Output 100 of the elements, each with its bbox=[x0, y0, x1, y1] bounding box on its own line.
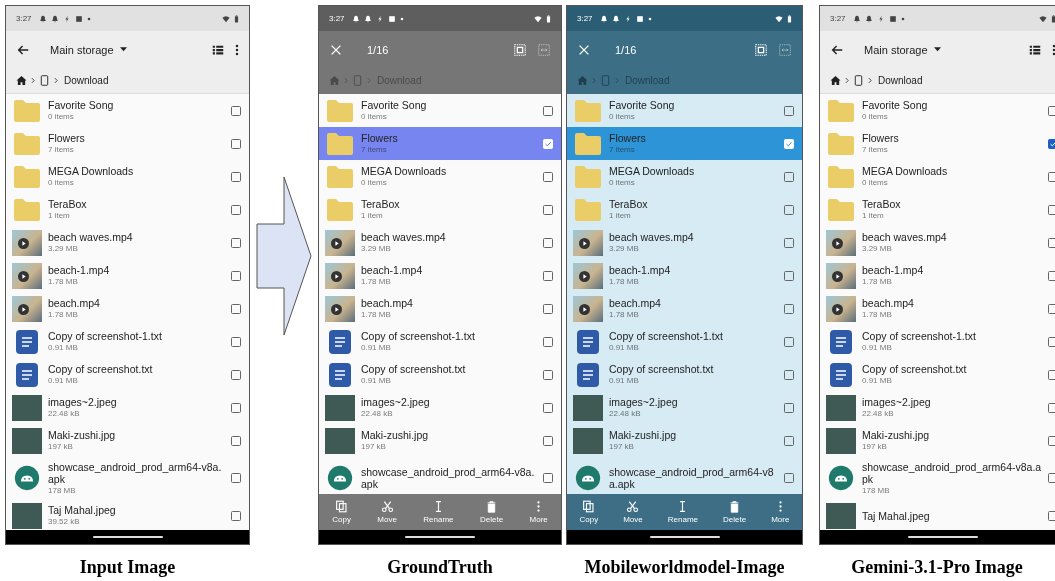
file-row[interactable]: MEGA Downloads 0 items bbox=[6, 160, 249, 193]
checkbox[interactable] bbox=[1048, 138, 1055, 149]
checkbox[interactable] bbox=[1048, 473, 1055, 483]
file-row[interactable]: beach waves.mp4 3.29 MB bbox=[820, 226, 1055, 259]
checkbox[interactable] bbox=[784, 435, 794, 446]
more-icon[interactable] bbox=[235, 42, 239, 57]
checkbox[interactable] bbox=[784, 171, 794, 182]
file-row[interactable]: Maki-zushi.jpg 197 kB bbox=[319, 424, 561, 457]
file-row[interactable]: TeraBox 1 item bbox=[319, 193, 561, 226]
file-row[interactable]: beach.mp4 1.78 MB bbox=[820, 292, 1055, 325]
checkbox[interactable] bbox=[543, 369, 553, 380]
file-row[interactable]: images~2.jpeg 22.48 kB bbox=[6, 391, 249, 424]
checkbox[interactable] bbox=[231, 204, 241, 215]
checkbox[interactable] bbox=[784, 303, 794, 314]
file-row[interactable]: Favorite Song 0 items bbox=[820, 94, 1055, 127]
file-row[interactable]: images~2.jpeg 22.48 kB bbox=[567, 391, 802, 424]
storage-dropdown[interactable]: Main storage bbox=[40, 43, 114, 56]
action-button[interactable]: Copy bbox=[575, 500, 603, 524]
checkbox[interactable] bbox=[231, 473, 241, 483]
checkbox[interactable] bbox=[231, 510, 241, 521]
phone-icon[interactable] bbox=[39, 75, 50, 86]
file-row[interactable]: Flowers 7 items bbox=[6, 127, 249, 160]
checkbox[interactable] bbox=[784, 369, 794, 380]
file-row[interactable]: TeraBox 1 item bbox=[567, 193, 802, 226]
checkbox[interactable] bbox=[231, 336, 241, 347]
checkbox[interactable] bbox=[231, 105, 241, 116]
checkbox[interactable] bbox=[1048, 402, 1055, 413]
checkbox[interactable] bbox=[543, 473, 553, 483]
file-row[interactable]: Flowers 7 items bbox=[567, 127, 802, 160]
file-row[interactable]: showcase_android_prod_arm64-v8a.apk bbox=[319, 457, 561, 494]
checkbox[interactable] bbox=[1048, 435, 1055, 446]
file-row[interactable]: Taj Mahal.jpeg 39.52 kB bbox=[6, 499, 249, 530]
action-button[interactable]: Rename bbox=[663, 500, 703, 524]
checkbox[interactable] bbox=[543, 204, 553, 215]
checkbox[interactable] bbox=[543, 270, 553, 281]
checkbox[interactable] bbox=[784, 473, 794, 483]
checkbox[interactable] bbox=[231, 237, 241, 248]
checkbox[interactable] bbox=[784, 105, 794, 116]
file-row[interactable]: Favorite Song 0 items bbox=[319, 94, 561, 127]
file-row[interactable]: MEGA Downloads 0 items bbox=[319, 160, 561, 193]
checkbox[interactable] bbox=[231, 270, 241, 281]
action-button[interactable]: Delete bbox=[475, 500, 508, 524]
more-icon[interactable] bbox=[1052, 42, 1055, 57]
checkbox[interactable] bbox=[231, 171, 241, 182]
file-row[interactable]: Copy of screenshot-1.txt 0.91 MB bbox=[319, 325, 561, 358]
file-row[interactable]: beach-1.mp4 1.78 MB bbox=[567, 259, 802, 292]
home-handle[interactable] bbox=[92, 536, 163, 538]
checkbox[interactable] bbox=[231, 138, 241, 149]
home-icon[interactable] bbox=[830, 75, 841, 86]
checkbox[interactable] bbox=[1048, 204, 1055, 215]
checkbox[interactable] bbox=[1048, 270, 1055, 281]
checkbox[interactable] bbox=[231, 402, 241, 413]
file-row[interactable]: showcase_android_prod_arm64-v8a.apk bbox=[567, 457, 802, 494]
action-button[interactable]: More bbox=[525, 500, 552, 524]
file-row[interactable]: MEGA Downloads 0 items bbox=[567, 160, 802, 193]
file-row[interactable]: beach-1.mp4 1.78 MB bbox=[820, 259, 1055, 292]
checkbox[interactable] bbox=[231, 369, 241, 380]
checkbox[interactable] bbox=[543, 171, 553, 182]
file-row[interactable]: TeraBox 1 item bbox=[820, 193, 1055, 226]
file-row[interactable]: beach.mp4 1.78 MB bbox=[6, 292, 249, 325]
checkbox[interactable] bbox=[784, 336, 794, 347]
checkbox[interactable] bbox=[543, 336, 553, 347]
file-row[interactable]: Copy of screenshot-1.txt 0.91 MB bbox=[567, 325, 802, 358]
checkbox[interactable] bbox=[784, 204, 794, 215]
home-handle[interactable] bbox=[908, 536, 978, 538]
file-row[interactable]: beach.mp4 1.78 MB bbox=[319, 292, 561, 325]
home-icon[interactable] bbox=[16, 75, 27, 86]
checkbox[interactable] bbox=[231, 303, 241, 314]
breadcrumb-folder[interactable]: Download bbox=[64, 75, 109, 86]
action-button[interactable]: Delete bbox=[719, 500, 751, 524]
file-row[interactable]: Copy of screenshot-1.txt 0.91 MB bbox=[6, 325, 249, 358]
checkbox[interactable] bbox=[543, 435, 553, 446]
file-row[interactable]: Flowers 7 items bbox=[319, 127, 561, 160]
file-row[interactable]: Copy of screenshot.txt 0.91 MB bbox=[319, 358, 561, 391]
home-handle[interactable] bbox=[405, 536, 475, 538]
select-all-icon[interactable] bbox=[513, 42, 527, 57]
file-row[interactable]: Flowers 7 items bbox=[820, 127, 1055, 160]
checkbox[interactable] bbox=[543, 402, 553, 413]
file-row[interactable]: Copy of screenshot.txt 0.91 MB bbox=[6, 358, 249, 391]
file-row[interactable]: MEGA Downloads 0 items bbox=[820, 160, 1055, 193]
file-row[interactable]: beach waves.mp4 3.29 MB bbox=[567, 226, 802, 259]
checkbox[interactable] bbox=[1048, 510, 1055, 521]
file-row[interactable]: Copy of screenshot.txt 0.91 MB bbox=[567, 358, 802, 391]
checkbox[interactable] bbox=[1048, 105, 1055, 116]
file-row[interactable]: beach-1.mp4 1.78 MB bbox=[6, 259, 249, 292]
file-row[interactable]: Maki-zushi.jpg 197 kB bbox=[567, 424, 802, 457]
checkbox[interactable] bbox=[1048, 303, 1055, 314]
file-row[interactable]: beach.mp4 1.78 MB bbox=[567, 292, 802, 325]
breadcrumb-folder[interactable]: Download bbox=[878, 75, 923, 86]
file-row[interactable]: Favorite Song 0 items bbox=[567, 94, 802, 127]
file-row[interactable]: beach waves.mp4 3.29 MB bbox=[319, 226, 561, 259]
file-row[interactable]: images~2.jpeg 22.48 kB bbox=[820, 391, 1055, 424]
action-button[interactable]: Rename bbox=[419, 500, 458, 524]
checkbox[interactable] bbox=[1048, 369, 1055, 380]
checkbox[interactable] bbox=[784, 270, 794, 281]
checkbox[interactable] bbox=[543, 303, 553, 314]
file-row[interactable]: images~2.jpeg 22.48 kB bbox=[319, 391, 561, 424]
checkbox[interactable] bbox=[784, 402, 794, 413]
checkbox[interactable] bbox=[784, 237, 794, 248]
file-row[interactable]: beach waves.mp4 3.29 MB bbox=[6, 226, 249, 259]
